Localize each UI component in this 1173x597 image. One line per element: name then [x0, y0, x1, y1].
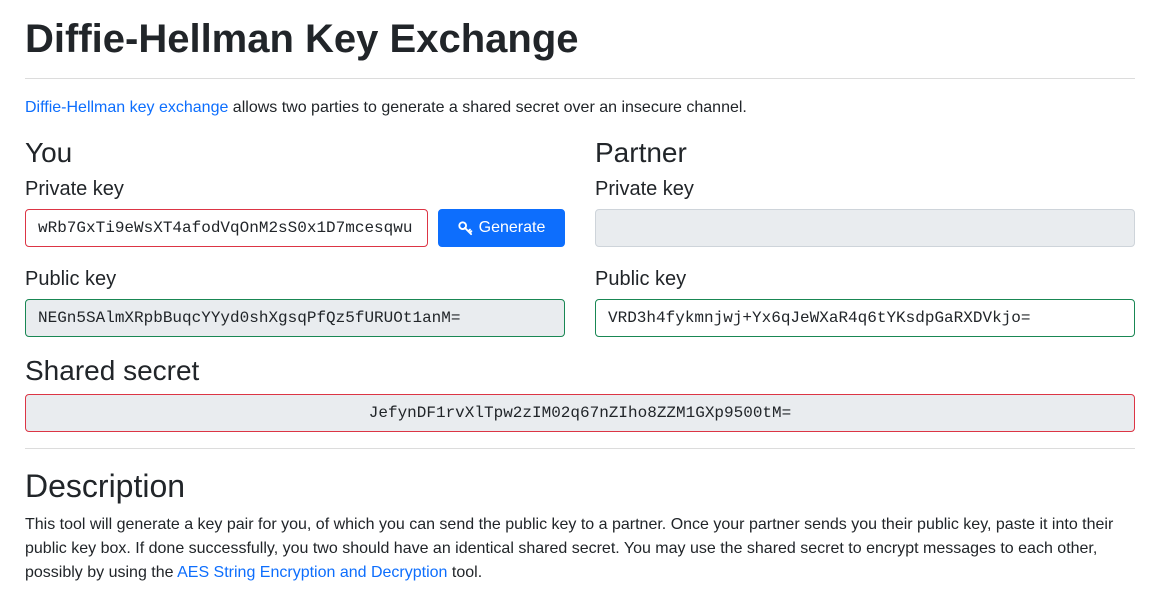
diffie-hellman-link[interactable]: Diffie-Hellman key exchange [25, 99, 228, 116]
description-paragraph: This tool will generate a key pair for y… [25, 513, 1135, 585]
title-divider [25, 78, 1135, 79]
you-heading: You [25, 137, 73, 168]
intro-text: allows two parties to generate a shared … [228, 99, 747, 116]
page-title: Diffie-Hellman Key Exchange [25, 17, 579, 61]
partner-heading: Partner [595, 137, 687, 168]
partner-private-key-field[interactable] [595, 209, 1135, 247]
generate-button[interactable]: Generate [438, 209, 565, 247]
partner-public-key-input[interactable]: VRD3h4fykmnjwj+Yx6qJeWXaR4q6tYKsdpGaRXDV… [595, 299, 1135, 337]
key-icon [458, 220, 473, 236]
partner-public-key-label: Public key [595, 268, 687, 290]
you-private-key-label: Private key [25, 178, 124, 200]
intro-paragraph: Diffie-Hellman key exchange allows two p… [25, 97, 747, 119]
aes-tool-link[interactable]: AES String Encryption and Decryption [177, 564, 447, 581]
shared-secret-heading: Shared secret [25, 355, 200, 386]
description-heading: Description [25, 468, 186, 504]
you-public-key-label: Public key [25, 268, 117, 290]
generate-button-label: Generate [478, 219, 546, 236]
section-divider [25, 448, 1135, 449]
shared-secret-field[interactable]: JefynDF1rvXlTpw2zIM02q67nZIho8ZZM1GXp950… [25, 394, 1135, 432]
description-text-end: tool. [447, 564, 483, 581]
partner-private-key-label: Private key [595, 178, 694, 200]
you-private-key-input[interactable]: wRb7GxTi9eWsXT4afodVqOnM2sS0x1D7mcesqwu [25, 209, 428, 247]
you-public-key-field[interactable]: NEGn5SAlmXRpbBuqcYYyd0shXgsqPfQz5fURUOt1… [25, 299, 565, 337]
